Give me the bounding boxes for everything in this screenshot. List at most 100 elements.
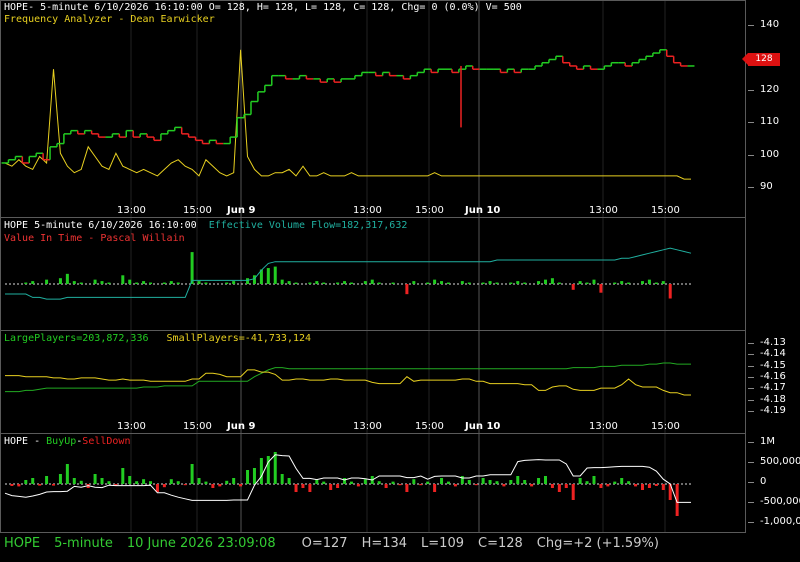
players-ytick-2: -4.15 [748,359,786,371]
players-legend: LargePlayers=203,872,336 SmallPlayers=-4… [4,333,311,344]
price-xtick-0: 13:00 [117,205,146,216]
vol-bar-14 [100,281,104,284]
vol-bar-85 [592,279,596,284]
buy-bar-46 [322,481,326,484]
status-symbol: HOPE [4,536,41,551]
status-open: O=127 [301,536,348,551]
price-panel[interactable]: HOPE- 5-minute 6/10/2026 16:10:00 O= 128… [0,0,746,218]
buy-bar-59 [412,479,416,484]
vol-bar-52 [363,281,367,284]
buy-bar-11 [79,480,83,484]
volume-header: HOPE 5-minute 6/10/2026 16:10:00 Effecti… [4,220,407,231]
buy-bar-9 [65,464,69,484]
vol-bar-45 [315,281,319,284]
vol-bar-82 [571,284,575,290]
frequency-analyzer-line [4,49,691,180]
buy-bar-33 [232,478,236,484]
buy-bar-52 [363,479,367,484]
buy-bar-13 [93,474,97,484]
price-xtick-5: Jun 10 [465,205,501,216]
vol-bar-69 [481,282,485,284]
buy-bar-10 [72,478,76,484]
buy-bar-95 [661,484,665,490]
vol-bar-77 [537,281,541,284]
vol-bar-41 [287,281,291,284]
vol-bar-17 [121,275,125,284]
players-xtick-5: Jun 10 [465,421,501,432]
price-chart[interactable] [1,1,746,218]
vol-bar-8 [58,278,62,284]
buy-bar-14 [100,478,104,484]
buy-bar-43 [301,484,305,488]
buy-bar-40 [280,474,284,484]
players-xtick-2: Jun 9 [227,421,256,432]
buy-bar-88 [613,481,617,484]
buy-bar-29 [204,481,208,484]
buy-bar-83 [578,478,582,484]
effective-volume-flow: Effective Volume Flow=182,317,632 [208,220,408,231]
status-datetime: 10 June 2026 23:09:08 [126,536,276,551]
players-xtick-4: 15:00 [415,421,444,432]
vol-bar-44 [308,282,312,284]
buy-bar-22 [155,484,159,492]
vol-bar-50 [349,282,353,284]
buy-bar-3 [24,480,28,484]
players-chart[interactable] [1,331,746,434]
buy-bar-30 [211,484,215,488]
buy-bar-8 [58,474,62,484]
vol-bar-66 [460,281,464,284]
buyup-selldown-chart[interactable] [1,434,746,533]
buy-bar-26 [183,484,187,486]
buy-bar-61 [426,481,430,484]
buy-bar-47 [329,484,333,490]
vol-bar-79 [550,278,554,284]
status-interval: 5-minute [54,536,113,551]
vol-bar-64 [446,282,450,284]
vol-bar-78 [543,279,547,284]
buy-bar-27 [190,464,194,484]
vol-bar-56 [391,282,395,284]
price-xtick-6: 13:00 [589,205,618,216]
price-ytick-5: 90 [748,180,773,192]
vol-bar-93 [647,279,651,284]
vol-bar-4 [31,281,35,284]
buy-bar-68 [474,484,478,486]
players-xtick-1: 15:00 [183,421,212,432]
players-ytick-4: -4.17 [748,382,786,394]
buy-bar-93 [647,484,651,488]
vol-bar-6 [45,279,49,284]
buy-ytick-2: 0 [747,476,767,487]
price-header: HOPE- 5-minute 6/10/2026 16:10:00 O= 128… [4,2,522,13]
vol-bar-92 [640,281,644,284]
vol-bar-74 [516,281,520,284]
buy-bar-70 [488,480,492,484]
vol-bar-29 [204,282,208,284]
players-xtick-0: 13:00 [117,421,146,432]
vol-bar-96 [668,284,672,299]
players-xtick-7: 15:00 [651,421,680,432]
vol-bar-40 [280,279,284,284]
buy-bar-51 [356,484,360,487]
buyup-selldown-panel[interactable]: HOPE - BuyUp-SellDown [0,433,746,533]
buy-bar-19 [135,481,139,484]
vol-bar-90 [627,282,631,284]
buy-bar-57 [398,484,402,486]
buy-bar-32 [225,480,229,484]
vol-bar-27 [190,252,194,284]
buy-bar-80 [557,484,561,492]
buy-bar-20 [142,479,146,484]
value-in-time-panel[interactable]: HOPE 5-minute 6/10/2026 16:10:00 Effecti… [0,217,746,331]
buyup-y-axis: 1M 500,000 0 -500,000 -1,000,000 [746,433,800,533]
vol-bar-53 [370,279,374,284]
vol-bar-46 [322,282,326,284]
buy-bar-5 [38,484,42,486]
buy-bar-62 [433,484,437,492]
vol-bar-59 [412,281,416,284]
players-panel[interactable]: LargePlayers=203,872,336 SmallPlayers=-4… [0,330,746,434]
vol-bar-11 [79,282,83,284]
vol-bar-73 [509,282,513,284]
vol-bar-33 [232,281,236,284]
vol-bar-19 [135,282,139,284]
players-line-SmallPlayers [5,369,691,396]
buy-bar-64 [446,481,450,484]
